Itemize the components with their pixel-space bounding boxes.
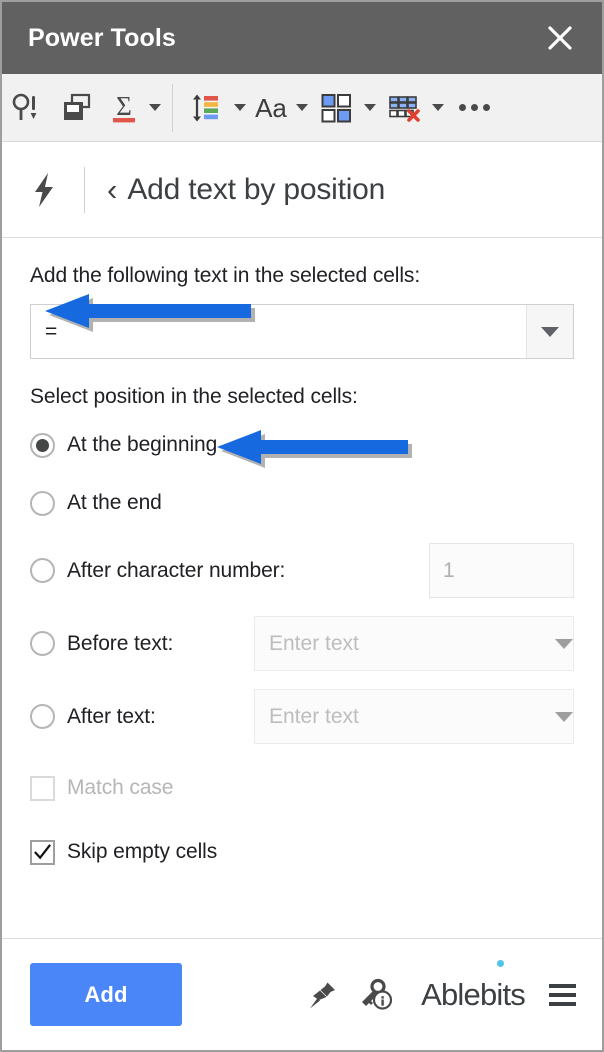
option-row-before-text[interactable]: Before text: xyxy=(30,616,574,671)
chevron-down-icon xyxy=(541,326,559,337)
label-after-text: After text: xyxy=(67,704,156,728)
label-skip-empty-cells: Skip empty cells xyxy=(67,840,218,863)
tool-header: ‹ Add text by position xyxy=(2,142,602,238)
brand-logo: Able b its xyxy=(421,959,526,1013)
brand-text-part2-with-dot: b xyxy=(480,959,504,1013)
add-text-combo[interactable] xyxy=(30,304,574,359)
power-tools-panel: Power Tools Σ Aa ‹ Add text by position … xyxy=(0,0,604,1052)
toolbar-item-split[interactable] xyxy=(311,74,361,141)
tool-body: Add the following text in the selected c… xyxy=(2,238,602,938)
dot xyxy=(483,104,490,111)
label-before-text: Before text: xyxy=(67,631,174,655)
dot xyxy=(471,104,478,111)
radio-at-beginning[interactable] xyxy=(30,432,55,458)
toolbar-item-find-replace[interactable] xyxy=(2,74,52,141)
label-at-end: At the end xyxy=(67,491,162,514)
toolbar-group-left: Σ xyxy=(2,74,164,141)
after-text-combo[interactable] xyxy=(254,689,574,744)
label-after-character-number: After character number: xyxy=(67,558,286,582)
brand-text-part1: Able xyxy=(421,976,481,1012)
hamburger-menu-icon[interactable] xyxy=(545,980,580,1010)
checkbox-match-case[interactable] xyxy=(30,775,55,801)
svg-text:Aa: Aa xyxy=(255,93,287,123)
dot xyxy=(459,104,466,111)
menu-line xyxy=(549,1001,576,1006)
option-row-after-text[interactable]: After text: xyxy=(30,689,574,744)
magnifier-exclamation-icon xyxy=(4,85,50,131)
toolbar-caret-clear[interactable] xyxy=(429,85,447,131)
key-info-icon[interactable] xyxy=(357,977,395,1013)
add-text-dropdown-button[interactable] xyxy=(526,305,573,358)
toolbar-item-sort[interactable] xyxy=(181,74,231,141)
radio-after-character-number[interactable] xyxy=(30,558,55,583)
radio-dot xyxy=(36,438,49,452)
app-title: Power Tools xyxy=(28,23,176,52)
toolbar: Σ Aa xyxy=(2,74,602,142)
option-row-at-end[interactable]: At the end xyxy=(30,481,574,525)
toolbar-item-merge[interactable] xyxy=(52,74,102,141)
sort-colors-icon xyxy=(183,85,229,131)
sigma-sum-icon: Σ xyxy=(104,85,144,131)
after-text-dropdown-button[interactable] xyxy=(554,690,573,743)
option-row-after-character-number[interactable]: After character number: xyxy=(30,543,602,598)
titlebar: Power Tools xyxy=(2,2,602,74)
before-text-dropdown-button[interactable] xyxy=(554,617,573,670)
radio-before-text[interactable] xyxy=(30,631,55,656)
menu-line xyxy=(549,983,576,988)
merge-sheets-icon xyxy=(54,85,100,131)
before-text-input[interactable] xyxy=(255,617,554,670)
checkbox-skip-empty-cells[interactable] xyxy=(30,839,55,865)
text-Aa-icon: Aa xyxy=(251,85,291,131)
toolbar-group-right: Aa xyxy=(181,74,502,141)
radio-after-text[interactable] xyxy=(30,704,55,729)
table-clear-icon xyxy=(381,85,427,131)
add-button[interactable]: Add xyxy=(30,963,182,1026)
position-section-label: Select position in the selected cells: xyxy=(30,385,358,408)
footer-actions: Able b its xyxy=(305,959,580,1013)
before-text-combo[interactable] xyxy=(254,616,574,671)
character-number-stepper[interactable] xyxy=(429,543,602,598)
toolbar-item-formulas[interactable]: Σ xyxy=(102,74,146,141)
four-squares-icon xyxy=(313,85,359,131)
brand-accent-dot xyxy=(496,959,504,967)
toolbar-caret-formulas[interactable] xyxy=(146,85,164,131)
back-button[interactable]: ‹ xyxy=(107,174,117,205)
option-row-at-beginning[interactable]: At the beginning xyxy=(30,423,574,467)
label-at-beginning: At the beginning xyxy=(67,433,218,456)
after-text-input[interactable] xyxy=(255,690,554,743)
lightning-bolt-icon xyxy=(24,171,66,209)
toolbar-caret-text[interactable] xyxy=(293,85,311,131)
chevron-down-icon xyxy=(554,638,573,649)
pushpin-icon[interactable] xyxy=(305,978,339,1012)
toolbar-separator xyxy=(172,83,173,132)
toolbar-caret-sort[interactable] xyxy=(231,85,249,131)
toolbar-item-text[interactable]: Aa xyxy=(249,74,293,141)
option-row-match-case[interactable]: Match case xyxy=(30,766,574,810)
radio-at-end[interactable] xyxy=(30,490,55,516)
close-icon[interactable] xyxy=(540,18,580,58)
svg-text:Σ: Σ xyxy=(116,91,132,121)
footer: Add Able b its xyxy=(2,938,602,1050)
text-field-label: Add the following text in the selected c… xyxy=(30,264,421,287)
add-text-input[interactable] xyxy=(31,305,526,358)
character-number-input[interactable] xyxy=(430,558,602,583)
chevron-down-icon xyxy=(554,711,573,722)
toolbar-item-clear[interactable] xyxy=(379,74,429,141)
option-row-skip-empty-cells[interactable]: Skip empty cells xyxy=(30,830,574,874)
ellipsis-icon[interactable] xyxy=(447,104,502,111)
tool-header-divider xyxy=(84,166,85,213)
page-title: Add text by position xyxy=(127,172,386,206)
menu-line xyxy=(549,992,576,997)
brand-text-part3: its xyxy=(496,976,525,1012)
toolbar-caret-split[interactable] xyxy=(361,85,379,131)
label-match-case: Match case xyxy=(67,776,174,799)
